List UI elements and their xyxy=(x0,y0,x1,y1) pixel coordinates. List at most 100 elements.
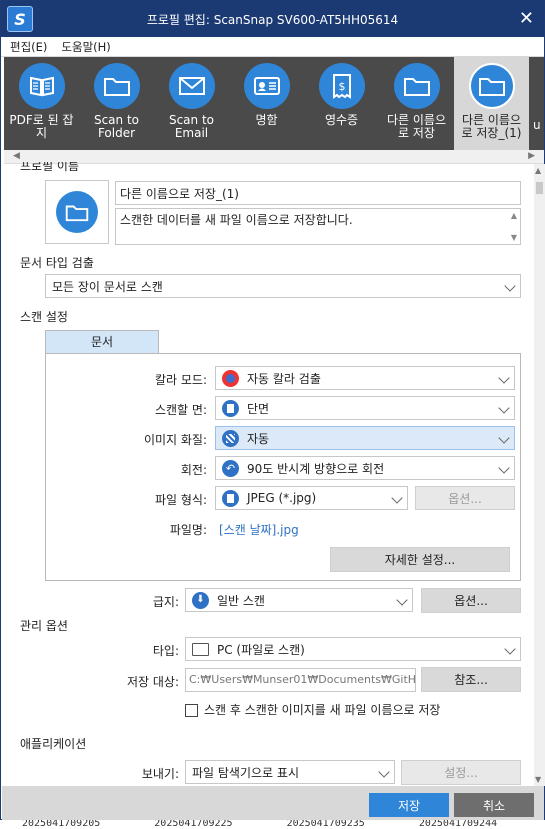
profile-label: 영수증 xyxy=(324,113,359,127)
single-side-icon xyxy=(222,399,239,417)
menu-help[interactable]: 도움말(H) xyxy=(54,39,117,55)
profile-item-business-card[interactable]: 명함 xyxy=(229,57,304,150)
scrollbar-thumb[interactable] xyxy=(536,182,543,194)
folder-icon xyxy=(93,63,140,109)
image-quality-label: 이미지 화질: xyxy=(143,433,207,447)
folder-icon xyxy=(393,63,440,109)
scroll-up-icon[interactable]: ▲ xyxy=(535,166,541,175)
advanced-settings-button[interactable]: 자세한 설정... xyxy=(330,547,510,572)
chevron-down-icon xyxy=(391,492,403,504)
profile-name-input[interactable]: 다른 이름으로 저장_(1) xyxy=(115,181,521,205)
file-name-label: 파일명: xyxy=(169,523,207,537)
auto-color-icon xyxy=(222,369,239,387)
menu-edit[interactable]: 편집(E) xyxy=(1,39,54,55)
file-format-label: 파일 형식: xyxy=(154,493,207,507)
scroll-left-icon[interactable]: ◀ xyxy=(13,151,20,161)
close-button[interactable]: ✕ xyxy=(519,8,534,29)
profile-icon-picker[interactable] xyxy=(45,180,109,244)
scan-side-dropdown[interactable]: 단면 xyxy=(215,396,515,420)
tab-document[interactable]: 문서 xyxy=(45,330,159,354)
chevron-down-icon xyxy=(498,462,510,474)
profile-label: Scan to Email xyxy=(168,113,215,140)
dialog-footer: 저장 취소 xyxy=(2,786,544,820)
magazine-icon xyxy=(18,63,65,109)
scroll-down-icon[interactable]: ▼ xyxy=(535,775,541,784)
chevron-down-icon xyxy=(504,280,516,292)
title-bar[interactable]: S 프로필 편집: ScanSnap SV600-AT5HH05614 ✕ xyxy=(1,1,544,37)
auto-quality-icon xyxy=(222,429,239,447)
profile-item-save-as-1[interactable]: 다른 이름으 로 저장_(1) xyxy=(454,57,529,150)
type-dropdown[interactable]: PC (파일로 스캔) xyxy=(185,637,521,661)
profile-label: Scan to Folder xyxy=(93,113,140,140)
jpeg-file-icon xyxy=(222,489,239,507)
doc-type-value: 모든 장이 문서로 스캔 xyxy=(52,279,163,294)
scroll-up-icon[interactable]: ▲ xyxy=(511,211,517,220)
send-to-dropdown[interactable]: 파일 탐색기으로 표시 xyxy=(185,760,395,784)
profile-item-partial[interactable]: u xyxy=(529,57,544,150)
chevron-down-icon xyxy=(498,372,510,384)
svg-text:$: $ xyxy=(338,80,345,93)
send-to-settings-button[interactable]: 설정... xyxy=(401,760,521,785)
profile-item-receipt[interactable]: $ 영수증 xyxy=(304,57,379,150)
profile-description-text: 스캔한 데이터를 새 파일 이름으로 저장합니다. xyxy=(120,213,353,227)
envelope-icon xyxy=(168,63,215,109)
color-mode-value: 자동 칼라 검출 xyxy=(247,371,321,386)
profile-label: 다른 이름으 로 저장 xyxy=(386,113,446,140)
profile-list-scrollbar[interactable]: ◀ ▶ xyxy=(4,150,544,164)
management-section-title: 관리 옵션 xyxy=(20,619,68,633)
chevron-down-icon xyxy=(378,766,390,778)
vertical-scrollbar[interactable]: ▲ ▼ xyxy=(534,164,545,786)
color-mode-label: 칼라 모드: xyxy=(154,373,207,387)
chevron-down-icon xyxy=(396,594,408,606)
feed-label: 급지: xyxy=(152,595,179,609)
feed-icon: ⬇ xyxy=(192,591,209,609)
save-to-path-input[interactable]: C:₩Users₩Munser01₩Documents₩GitHub xyxy=(185,668,416,692)
feed-dropdown[interactable]: ⬇ 일반 스캔 xyxy=(185,588,413,612)
rename-after-scan-checkbox[interactable] xyxy=(185,704,198,717)
file-format-dropdown[interactable]: JPEG (*.jpg) xyxy=(215,486,408,510)
file-name-link[interactable]: [스캔 날짜].jpg xyxy=(219,521,299,538)
chevron-down-icon xyxy=(498,402,510,414)
image-quality-dropdown[interactable]: 자동 xyxy=(215,426,515,450)
profile-label: 명함 xyxy=(255,113,278,127)
profile-label: u xyxy=(533,118,541,132)
scroll-down-icon[interactable]: ▼ xyxy=(511,233,517,242)
send-to-value: 파일 탐색기으로 표시 xyxy=(192,765,299,780)
profile-label: PDF로 된 잡 지 xyxy=(9,113,74,140)
doc-type-section-title: 문서 타입 검출 xyxy=(20,256,94,270)
cancel-button[interactable]: 취소 xyxy=(454,793,534,817)
rename-after-scan-label: 스캔 후 스캔한 이미지를 새 파일 이름으로 저장 xyxy=(204,703,441,717)
type-label: 타입: xyxy=(152,644,179,658)
rotation-dropdown[interactable]: ↶ 90도 반시계 방향으로 회전 xyxy=(215,456,515,480)
scan-side-value: 단면 xyxy=(247,401,270,416)
rotation-value: 90도 반시계 방향으로 회전 xyxy=(247,461,385,476)
file-format-options-button[interactable]: 옵션... xyxy=(415,486,515,510)
chevron-down-icon xyxy=(504,643,516,655)
rotation-label: 회전: xyxy=(180,463,207,477)
profile-label: 다른 이름으 로 저장_(1) xyxy=(461,113,522,140)
feed-options-button[interactable]: 옵션... xyxy=(421,588,521,613)
application-section-title: 애플리케이션 xyxy=(20,737,87,751)
profile-item-scan-to-email[interactable]: Scan to Email xyxy=(154,57,229,150)
file-format-value: JPEG (*.jpg) xyxy=(247,491,317,505)
profile-item-scan-to-folder[interactable]: Scan to Folder xyxy=(79,57,154,150)
save-button[interactable]: 저장 xyxy=(369,793,449,817)
scroll-right-icon[interactable]: ▶ xyxy=(528,151,535,161)
browse-button[interactable]: 참조... xyxy=(421,667,521,692)
folder-icon xyxy=(468,63,515,109)
pc-icon xyxy=(192,642,209,656)
profile-item-save-as[interactable]: 다른 이름으 로 저장 xyxy=(379,57,454,150)
image-quality-value: 자동 xyxy=(247,431,270,446)
save-to-label: 저장 대상: xyxy=(126,675,179,689)
folder-icon xyxy=(56,191,98,233)
doc-type-dropdown[interactable]: 모든 장이 문서로 스캔 xyxy=(45,274,521,298)
window-title: 프로필 편집: ScanSnap SV600-AT5HH05614 xyxy=(146,13,399,27)
color-mode-dropdown[interactable]: 자동 칼라 검출 xyxy=(215,366,515,390)
profile-item-magazine[interactable]: PDF로 된 잡 지 xyxy=(4,57,79,150)
profile-edit-window: S 프로필 편집: ScanSnap SV600-AT5HH05614 ✕ 편집… xyxy=(0,0,545,820)
receipt-icon: $ xyxy=(318,63,365,109)
scan-side-label: 스캔할 면: xyxy=(154,403,207,417)
chevron-down-icon xyxy=(498,432,510,444)
profile-description-input[interactable]: 스캔한 데이터를 새 파일 이름으로 저장합니다. ▲ ▼ xyxy=(115,208,521,245)
scan-settings-section-title: 스캔 설정 xyxy=(20,310,68,324)
